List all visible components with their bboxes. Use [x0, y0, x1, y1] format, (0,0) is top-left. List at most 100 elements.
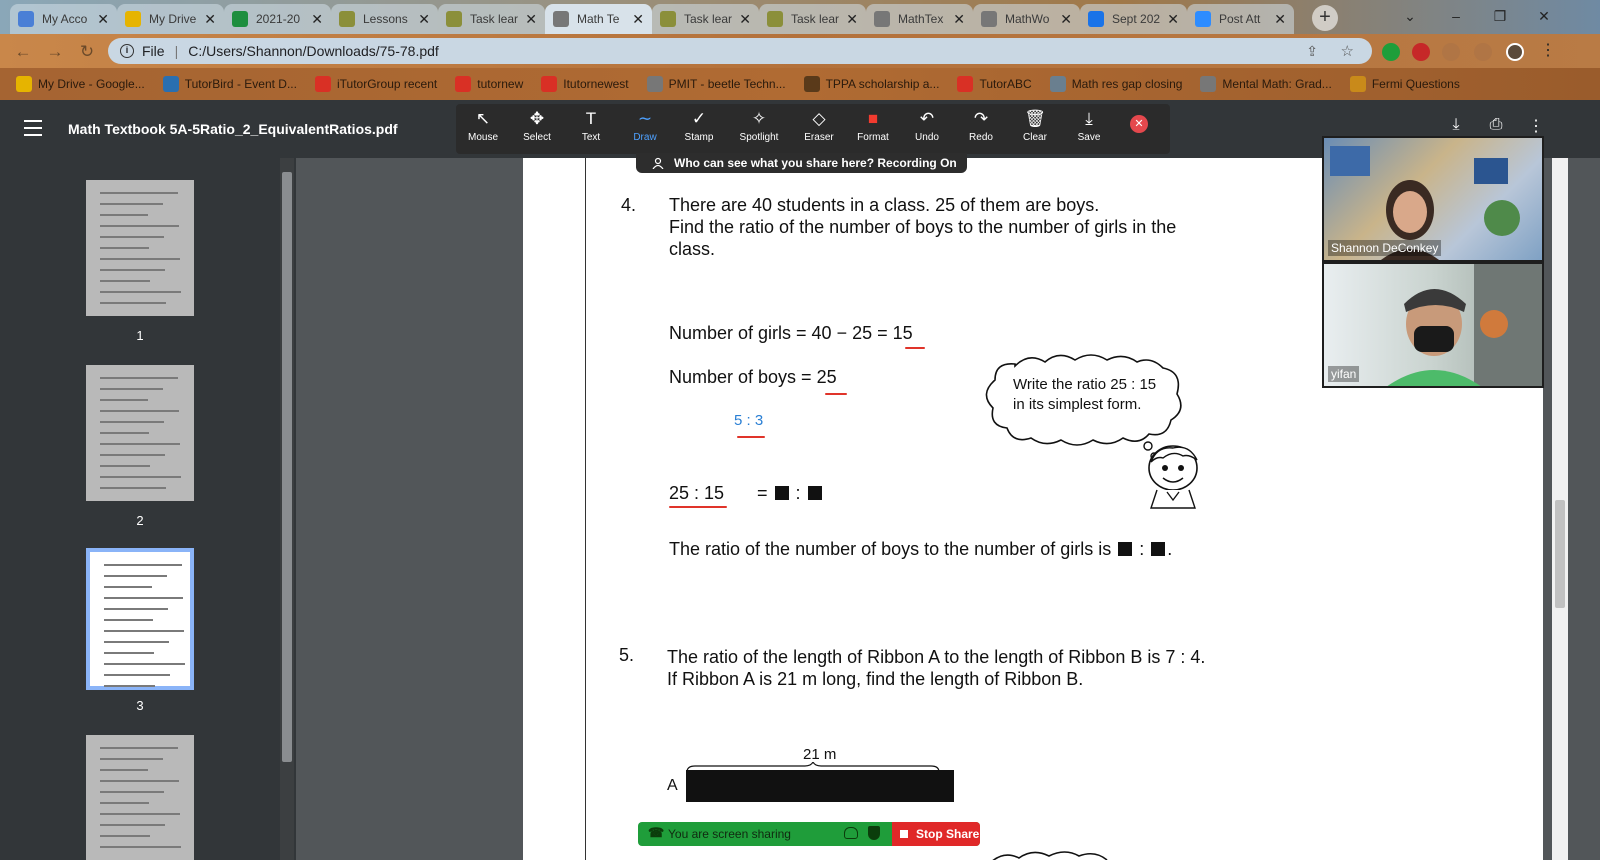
tool-format[interactable]: ■ Format [846, 104, 900, 154]
tool-label: Redo [969, 132, 993, 143]
thumbnail-text-line [100, 813, 180, 815]
tab-close-icon[interactable]: ✕ [739, 11, 751, 28]
tool-redo[interactable]: ↷ Redo [954, 104, 1008, 154]
tool-text[interactable]: T Text [564, 104, 618, 154]
browser-tab[interactable]: My Acco ✕ [10, 4, 117, 34]
bookmark-item[interactable]: Mental Math: Grad... [1200, 76, 1332, 92]
back-arrow-icon[interactable]: ← [12, 41, 34, 63]
stop-share-button[interactable]: Stop Share [892, 822, 980, 846]
tab-close-icon[interactable]: ✕ [97, 11, 109, 28]
forward-arrow-icon[interactable]: → [44, 41, 66, 63]
shield-icon[interactable] [868, 826, 880, 840]
share-icon[interactable]: ⇪ [1306, 43, 1318, 60]
extension-icon[interactable] [1442, 43, 1460, 61]
tab-close-icon[interactable]: ✕ [204, 11, 216, 28]
page-thumbnail-1[interactable] [86, 180, 194, 316]
video-tile-host[interactable]: Shannon DeConkey [1322, 136, 1544, 262]
tool-eraser[interactable]: ◇ Eraser [792, 104, 846, 154]
bookmark-item[interactable]: PMIT - beetle Techn... [646, 76, 786, 92]
extension-icon[interactable] [1382, 43, 1400, 61]
browser-tab[interactable]: Task lear ✕ [759, 4, 866, 34]
restore-icon[interactable]: ❐ [1478, 0, 1522, 32]
stop-share-label: Stop Share [916, 827, 980, 841]
tool-clear[interactable]: 🗑 Clear [1008, 104, 1062, 154]
close-annotation-icon[interactable]: ✕ [1130, 115, 1148, 133]
window-close-icon[interactable]: ✕ [1522, 0, 1566, 32]
page-thumbnail-4[interactable] [86, 735, 194, 860]
thumbnail-text-line [100, 258, 180, 260]
cloud-icon[interactable] [844, 827, 858, 839]
bookmark-item[interactable]: iTutorGroup recent [314, 76, 437, 92]
tab-close-icon[interactable]: ✕ [418, 11, 430, 28]
bookmark-item[interactable]: My Drive - Google... [16, 76, 145, 92]
tab-close-icon[interactable]: ✕ [525, 11, 537, 28]
bookmark-label: Mental Math: Grad... [1222, 77, 1332, 91]
tab-close-icon[interactable]: ✕ [1274, 11, 1286, 28]
tool-label: Undo [915, 132, 939, 143]
bookmark-star-icon[interactable]: ☆ [1341, 42, 1354, 60]
page-number-1: 1 [136, 328, 144, 343]
bookmark-item[interactable]: tutornew [455, 76, 523, 92]
download-icon[interactable]: ⤓ [1444, 116, 1468, 134]
browser-tab[interactable]: Sept 202 ✕ [1080, 4, 1187, 34]
browser-tab[interactable]: My Drive ✕ [117, 4, 224, 34]
bookmark-item[interactable]: Itutornewest [541, 76, 629, 92]
address-bar[interactable]: i File | C:/Users/Shannon/Downloads/75-7… [108, 38, 1372, 64]
tab-close-icon[interactable]: ✕ [632, 11, 644, 28]
tab-close-icon[interactable]: ✕ [846, 11, 858, 28]
tab-search-icon[interactable]: ⌄ [1388, 0, 1432, 32]
hamburger-menu-icon[interactable] [24, 120, 42, 136]
tab-close-icon[interactable]: ✕ [1167, 11, 1179, 28]
info-icon[interactable]: i [120, 44, 134, 58]
tool-save[interactable]: ⤓ Save [1062, 104, 1116, 154]
reload-icon[interactable]: ↻ [76, 41, 98, 63]
tab-label: Sept 202 [1112, 12, 1161, 26]
thumbnail-text-line [100, 203, 163, 205]
recording-notice[interactable]: Who can see what you share here? Recordi… [636, 153, 967, 173]
profile-avatar[interactable] [1506, 43, 1524, 61]
drag-handle-icon[interactable]: ☎ [648, 825, 664, 841]
tab-label: My Acco [42, 12, 88, 26]
browser-tab[interactable]: MathTex ✕ [866, 4, 973, 34]
tab-close-icon[interactable]: ✕ [311, 11, 323, 28]
ublock-icon[interactable] [1412, 43, 1430, 61]
sidebar-scrollbar-thumb[interactable] [282, 172, 292, 762]
tool-stamp[interactable]: ✓ Stamp [672, 104, 726, 154]
browser-tab[interactable]: Lessons ✕ [331, 4, 438, 34]
browser-menu-icon[interactable]: ⋮ [1540, 40, 1556, 60]
video-tile-participant[interactable]: yifan [1322, 262, 1544, 388]
red-underline [737, 436, 765, 438]
new-tab-button[interactable]: + [1312, 5, 1338, 31]
thumbnail-text-line [100, 824, 165, 826]
page-thumbnail-2[interactable] [86, 365, 194, 501]
tool-undo[interactable]: ↶ Undo [900, 104, 954, 154]
thumbnail-text-line [100, 465, 150, 467]
page-thumbnail-3-selected[interactable] [86, 548, 194, 690]
browser-tab[interactable]: Task lear ✕ [438, 4, 545, 34]
answer-box [1151, 542, 1166, 556]
browser-tab[interactable]: Math Te ✕ [545, 4, 652, 34]
tool-select[interactable]: ✥ Select [510, 104, 564, 154]
bookmark-item[interactable]: Math res gap closing [1049, 76, 1182, 92]
minimize-icon[interactable]: – [1434, 0, 1478, 32]
browser-tab[interactable]: Task lear ✕ [652, 4, 759, 34]
bookmark-item[interactable]: Fermi Questions [1349, 76, 1460, 92]
more-options-icon[interactable]: ⋮ [1524, 116, 1548, 136]
tool-draw[interactable]: ∼ Draw [618, 104, 672, 154]
print-icon[interactable]: ⎙ [1484, 116, 1508, 134]
bookmark-favicon-icon [162, 76, 179, 92]
bookmark-label: Itutornewest [563, 77, 629, 91]
bookmark-item[interactable]: TutorABC [957, 76, 1032, 92]
page-scrollbar-thumb[interactable] [1555, 500, 1565, 608]
browser-tab[interactable]: MathWo ✕ [973, 4, 1080, 34]
extensions-puzzle-icon[interactable] [1474, 43, 1492, 61]
answer-box [774, 486, 789, 500]
tab-close-icon[interactable]: ✕ [1060, 11, 1072, 28]
tool-spotlight[interactable]: ✧ Spotlight [732, 104, 786, 154]
browser-tab[interactable]: Post Att ✕ [1187, 4, 1294, 34]
browser-tab[interactable]: 2021-20 ✕ [224, 4, 331, 34]
bookmark-item[interactable]: TutorBird - Event D... [162, 76, 297, 92]
tab-close-icon[interactable]: ✕ [953, 11, 965, 28]
bookmark-item[interactable]: TPPA scholarship a... [803, 76, 939, 92]
tool-mouse[interactable]: ↖ Mouse [456, 104, 510, 154]
